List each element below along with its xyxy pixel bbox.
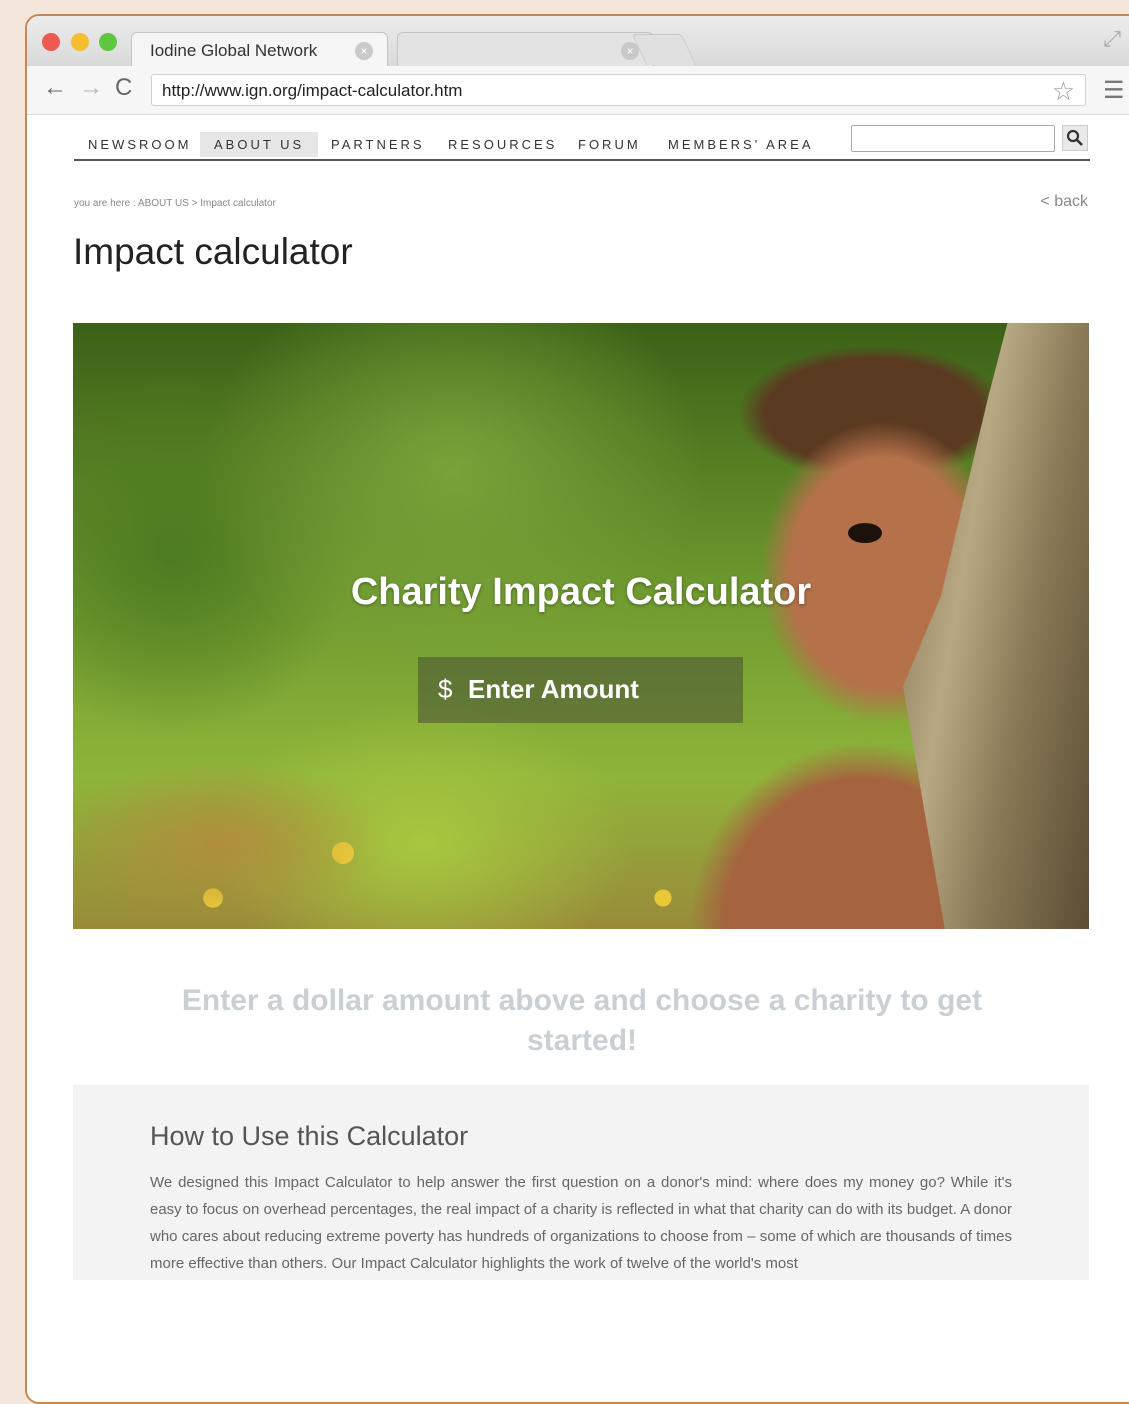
bookmark-star-icon[interactable]: ☆ — [1052, 76, 1075, 107]
search-button[interactable] — [1062, 125, 1088, 151]
nav-members-area[interactable]: MEMBERS' AREA — [654, 132, 828, 157]
search-input[interactable] — [851, 125, 1055, 152]
search-icon — [1066, 129, 1083, 146]
how-to-title: How to Use this Calculator — [150, 1121, 469, 1151]
hero-child-eye — [848, 523, 882, 543]
address-bar[interactable]: http://www.ign.org/impact-calculator.htm… — [151, 74, 1086, 106]
close-window-button[interactable] — [42, 33, 60, 51]
title-bar: Iodine Global Network × × ⤢ — [27, 16, 1129, 69]
nav-forum[interactable]: FORUM — [564, 132, 655, 157]
page-title: Impact calculator — [73, 231, 353, 272]
hero-banner: Charity Impact Calculator $ Enter Amount — [73, 323, 1089, 929]
maximize-window-button[interactable] — [99, 33, 117, 51]
fullscreen-icon[interactable]: ⤢ — [1103, 26, 1121, 52]
forward-arrow-icon[interactable]: → — [79, 74, 103, 102]
amount-placeholder: Enter Amount — [468, 674, 639, 704]
reload-icon[interactable]: C — [115, 74, 132, 102]
web-page: NEWSROOM ABOUT US PARTNERS RESOURCES FOR… — [27, 115, 1129, 1402]
back-link[interactable]: < back — [1040, 193, 1088, 211]
tab-close-icon[interactable]: × — [355, 42, 373, 60]
breadcrumb: you are here : ABOUT US > Impact calcula… — [74, 198, 276, 209]
nav-about-us[interactable]: ABOUT US — [200, 132, 319, 157]
browser-window: Iodine Global Network × × ⤢ ← → C http:/… — [25, 14, 1129, 1404]
tab-title: Iodine Global Network — [150, 41, 318, 60]
browser-menu-icon[interactable]: ☰ — [1103, 76, 1125, 105]
url-text: http://www.ign.org/impact-calculator.htm — [162, 81, 463, 100]
minimize-window-button[interactable] — [71, 33, 89, 51]
how-to-text: We designed this Impact Calculator to he… — [150, 1174, 1012, 1272]
amount-input[interactable]: $ Enter Amount — [418, 657, 743, 723]
hero-title: Charity Impact Calculator — [350, 571, 812, 613]
nav-partners[interactable]: PARTNERS — [317, 132, 439, 157]
browser-tab-inactive[interactable]: × — [397, 32, 654, 69]
browser-toolbar: ← → C http://www.ign.org/impact-calculat… — [27, 66, 1129, 115]
nav-newsroom[interactable]: NEWSROOM — [74, 132, 205, 157]
how-to-section: How to Use this Calculator We designed t… — [73, 1085, 1089, 1280]
instruction-prompt: Enter a dollar amount above and choose a… — [181, 984, 983, 1057]
back-arrow-icon[interactable]: ← — [43, 74, 67, 102]
dollar-icon: $ — [438, 674, 453, 704]
browser-tab-active[interactable]: Iodine Global Network × — [131, 32, 388, 69]
nav-resources[interactable]: RESOURCES — [434, 132, 571, 157]
